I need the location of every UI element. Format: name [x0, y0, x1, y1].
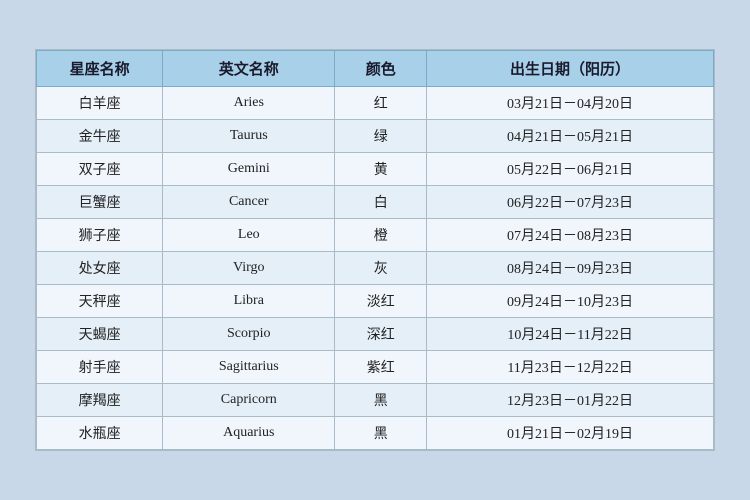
cell-date: 05月22日－06月21日 — [427, 153, 714, 186]
cell-zh: 摩羯座 — [37, 384, 163, 417]
cell-color: 绿 — [335, 120, 427, 153]
cell-color: 紫红 — [335, 351, 427, 384]
cell-color: 红 — [335, 87, 427, 120]
table-row: 狮子座Leo橙07月24日－08月23日 — [37, 219, 714, 252]
cell-date: 10月24日－11月22日 — [427, 318, 714, 351]
cell-en: Aquarius — [163, 417, 335, 450]
cell-en: Taurus — [163, 120, 335, 153]
table-header-row: 星座名称 英文名称 颜色 出生日期（阳历） — [37, 51, 714, 87]
cell-zh: 双子座 — [37, 153, 163, 186]
cell-color: 深红 — [335, 318, 427, 351]
cell-zh: 巨蟹座 — [37, 186, 163, 219]
table-row: 处女座Virgo灰08月24日－09月23日 — [37, 252, 714, 285]
table-row: 双子座Gemini黄05月22日－06月21日 — [37, 153, 714, 186]
cell-en: Leo — [163, 219, 335, 252]
header-en: 英文名称 — [163, 51, 335, 87]
cell-zh: 处女座 — [37, 252, 163, 285]
header-color: 颜色 — [335, 51, 427, 87]
cell-date: 08月24日－09月23日 — [427, 252, 714, 285]
cell-color: 橙 — [335, 219, 427, 252]
table-row: 天秤座Libra淡红09月24日－10月23日 — [37, 285, 714, 318]
cell-date: 11月23日－12月22日 — [427, 351, 714, 384]
cell-zh: 金牛座 — [37, 120, 163, 153]
cell-color: 黑 — [335, 384, 427, 417]
cell-date: 03月21日－04月20日 — [427, 87, 714, 120]
header-zh: 星座名称 — [37, 51, 163, 87]
cell-date: 07月24日－08月23日 — [427, 219, 714, 252]
cell-en: Cancer — [163, 186, 335, 219]
table-row: 射手座Sagittarius紫红11月23日－12月22日 — [37, 351, 714, 384]
cell-en: Capricorn — [163, 384, 335, 417]
cell-color: 灰 — [335, 252, 427, 285]
cell-en: Gemini — [163, 153, 335, 186]
cell-color: 黑 — [335, 417, 427, 450]
table-row: 摩羯座Capricorn黑12月23日－01月22日 — [37, 384, 714, 417]
cell-date: 09月24日－10月23日 — [427, 285, 714, 318]
cell-zh: 水瓶座 — [37, 417, 163, 450]
cell-color: 黄 — [335, 153, 427, 186]
header-date: 出生日期（阳历） — [427, 51, 714, 87]
zodiac-table-container: 星座名称 英文名称 颜色 出生日期（阳历） 白羊座Aries红03月21日－04… — [35, 49, 715, 451]
cell-zh: 白羊座 — [37, 87, 163, 120]
cell-zh: 狮子座 — [37, 219, 163, 252]
cell-color: 淡红 — [335, 285, 427, 318]
cell-date: 06月22日－07月23日 — [427, 186, 714, 219]
cell-date: 12月23日－01月22日 — [427, 384, 714, 417]
table-row: 白羊座Aries红03月21日－04月20日 — [37, 87, 714, 120]
cell-en: Virgo — [163, 252, 335, 285]
cell-color: 白 — [335, 186, 427, 219]
table-row: 巨蟹座Cancer白06月22日－07月23日 — [37, 186, 714, 219]
table-row: 金牛座Taurus绿04月21日－05月21日 — [37, 120, 714, 153]
table-body: 白羊座Aries红03月21日－04月20日金牛座Taurus绿04月21日－0… — [37, 87, 714, 450]
cell-en: Aries — [163, 87, 335, 120]
cell-zh: 天蝎座 — [37, 318, 163, 351]
cell-date: 01月21日－02月19日 — [427, 417, 714, 450]
cell-en: Libra — [163, 285, 335, 318]
cell-zh: 天秤座 — [37, 285, 163, 318]
zodiac-table: 星座名称 英文名称 颜色 出生日期（阳历） 白羊座Aries红03月21日－04… — [36, 50, 714, 450]
cell-en: Sagittarius — [163, 351, 335, 384]
cell-zh: 射手座 — [37, 351, 163, 384]
table-row: 水瓶座Aquarius黑01月21日－02月19日 — [37, 417, 714, 450]
cell-en: Scorpio — [163, 318, 335, 351]
table-row: 天蝎座Scorpio深红10月24日－11月22日 — [37, 318, 714, 351]
cell-date: 04月21日－05月21日 — [427, 120, 714, 153]
